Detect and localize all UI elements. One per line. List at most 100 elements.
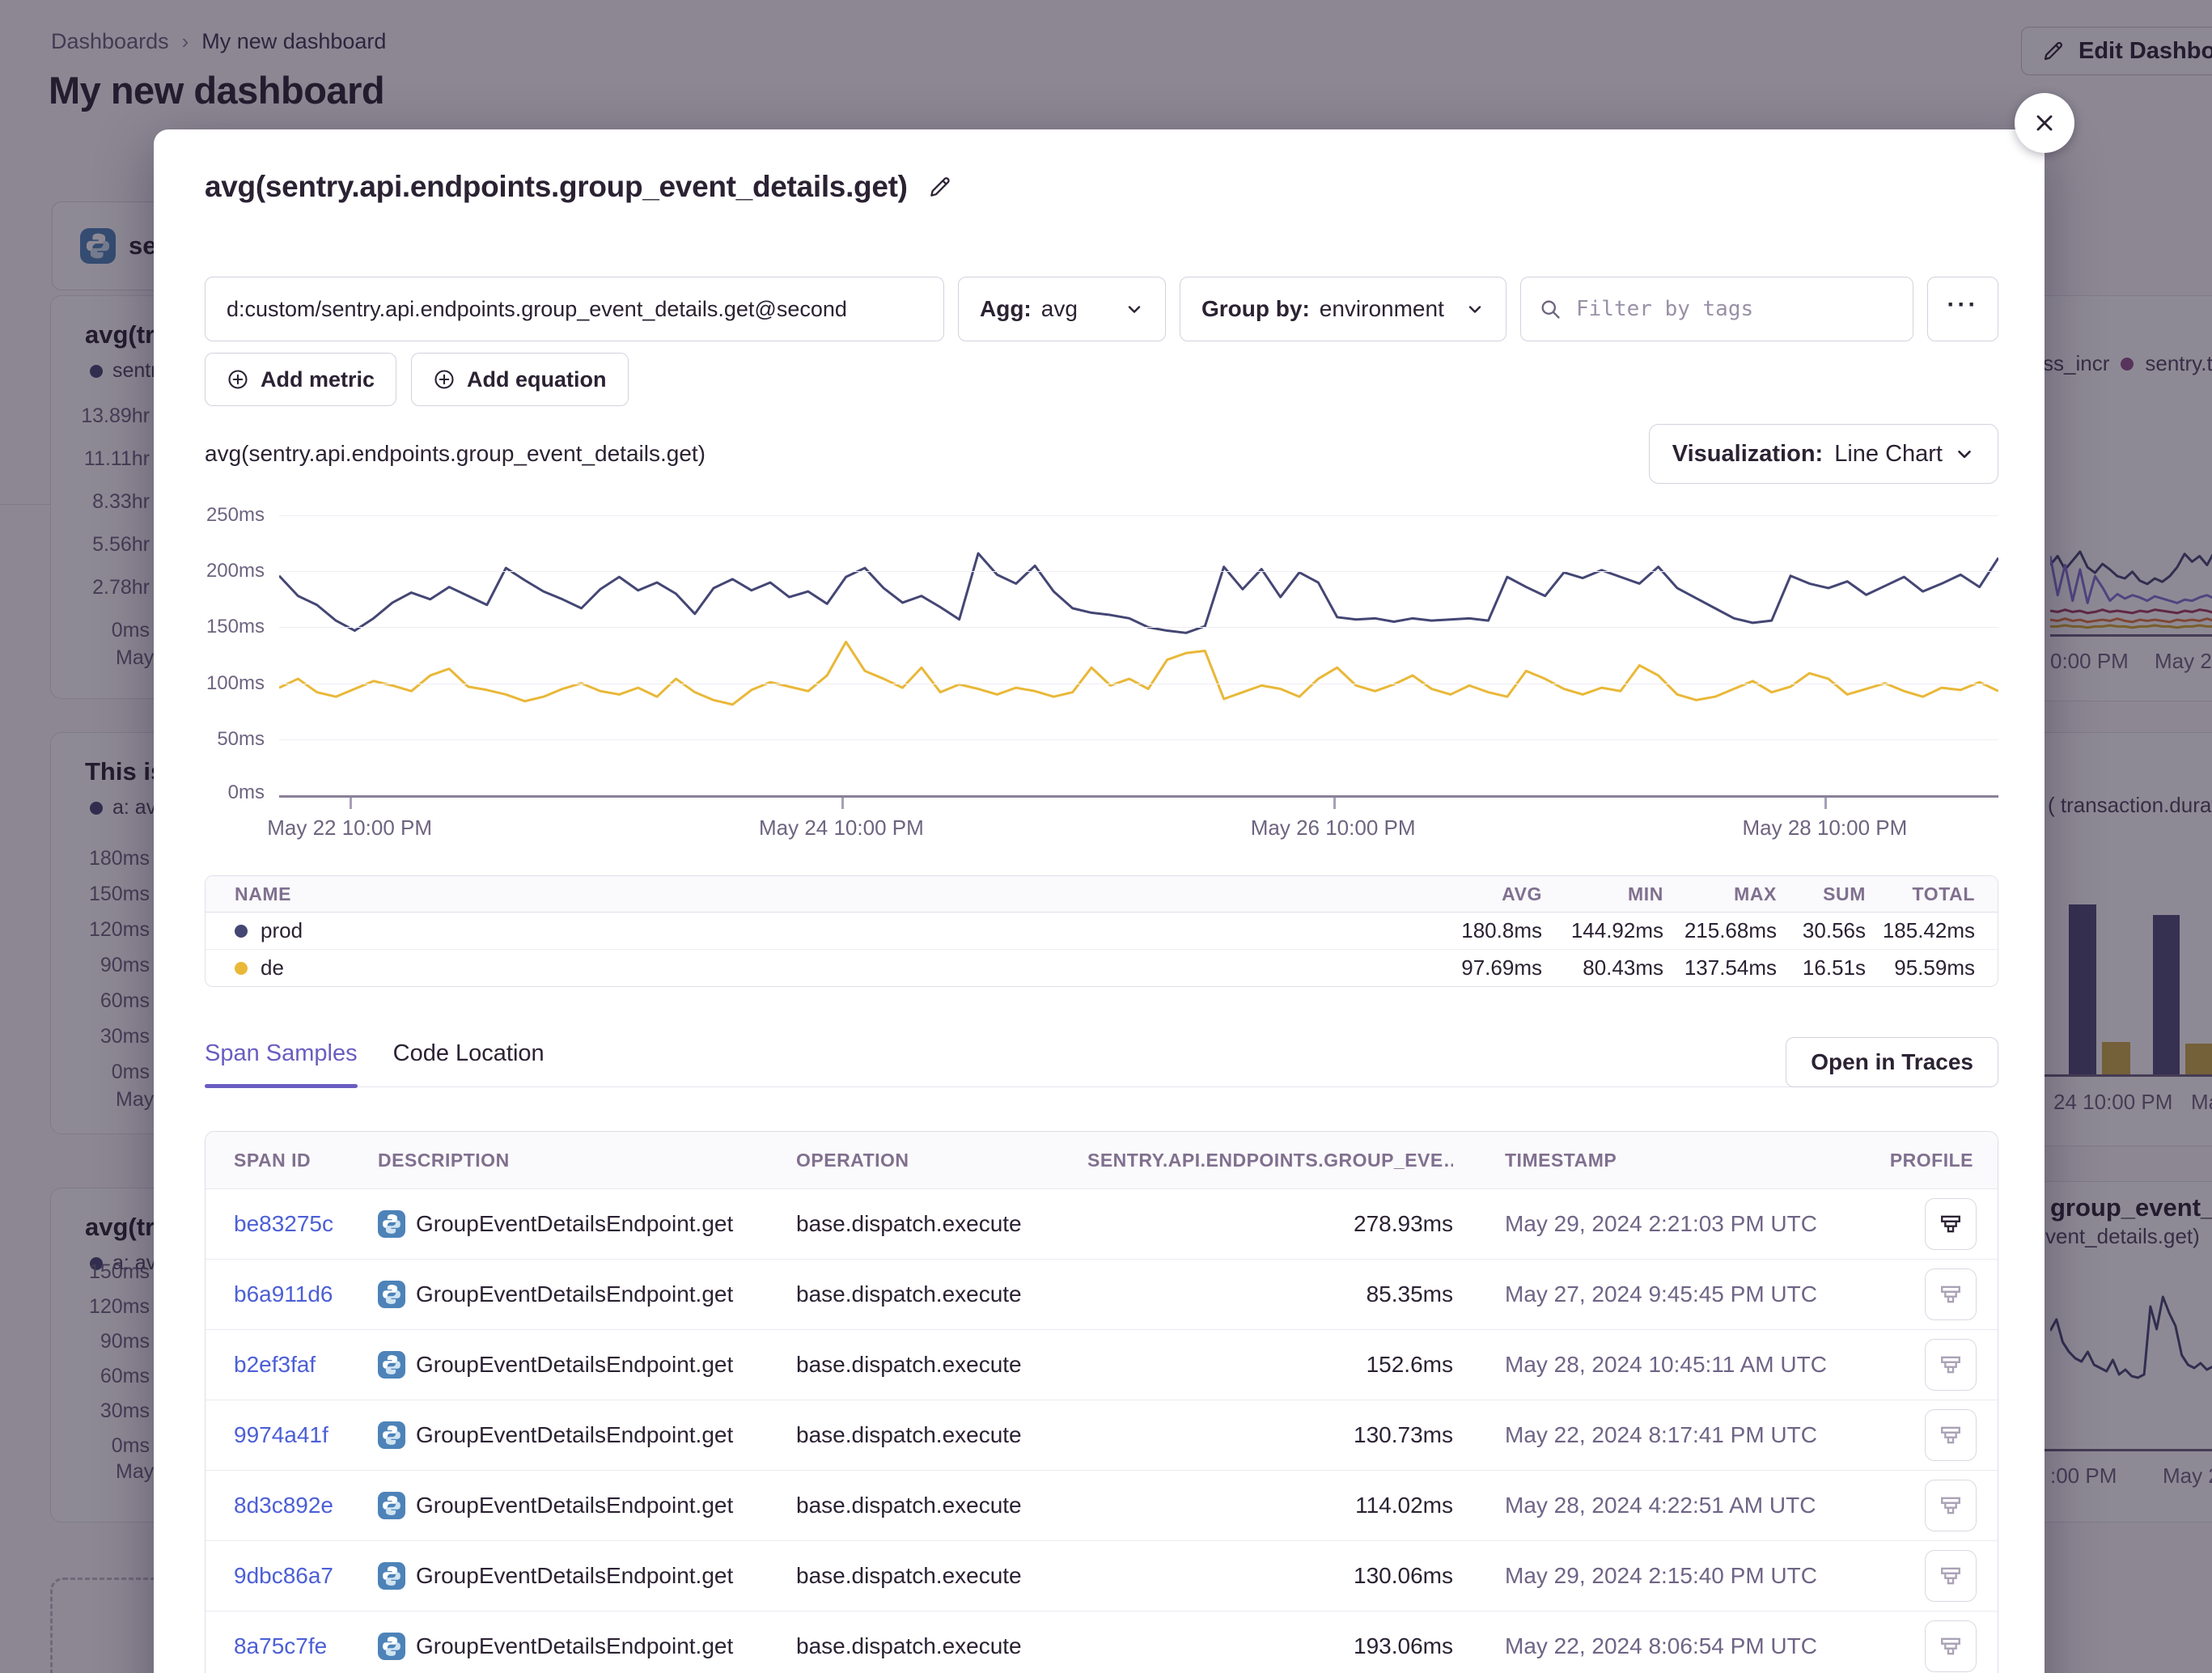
table-row: 8a75c7fe GroupEventDetailsEndpoint.get b… — [206, 1611, 1998, 1673]
description-cell: GroupEventDetailsEndpoint.get — [378, 1562, 796, 1590]
series-dot — [235, 962, 248, 975]
series-name: prod — [261, 918, 303, 943]
summary-col-total: TOTAL — [1866, 883, 1975, 905]
profile-button[interactable] — [1925, 1480, 1977, 1531]
operation-cell: base.dispatch.execute — [796, 1422, 1087, 1448]
series-min: 144.92ms — [1542, 918, 1663, 943]
series-total: 95.59ms — [1866, 955, 1975, 981]
description-text: GroupEventDetailsEndpoint.get — [416, 1211, 733, 1237]
timestamp-cell: May 29, 2024 2:21:03 PM UTC — [1453, 1211, 1853, 1237]
summary-table: NAME AVG MIN MAX SUM TOTAL prod 180.8ms … — [205, 875, 1998, 987]
plus-circle-icon — [227, 368, 249, 391]
screen: Dashboards › My new dashboard My new das… — [0, 0, 2212, 1673]
span-id-link[interactable]: 9dbc86a7 — [234, 1563, 378, 1589]
profile-button[interactable] — [1925, 1339, 1977, 1391]
edit-title-button[interactable] — [927, 174, 953, 200]
profile-flamegraph-icon — [1939, 1424, 1962, 1446]
python-icon — [378, 1492, 405, 1519]
metric-query-input[interactable] — [205, 277, 944, 341]
series-max: 215.68ms — [1663, 918, 1777, 943]
summary-col-sum: SUM — [1777, 883, 1866, 905]
summary-col-name: NAME — [235, 883, 1388, 905]
description-cell: GroupEventDetailsEndpoint.get — [378, 1281, 796, 1308]
aggregate-value: avg — [1041, 296, 1078, 322]
profile-button[interactable] — [1925, 1550, 1977, 1602]
samples-col-operation: OPERATION — [796, 1150, 1087, 1171]
x-axis-labels: May 22 10:00 PMMay 24 10:00 PMMay 26 10:… — [279, 815, 1998, 853]
y-axis-labels: 250ms200ms150ms100ms50ms0ms — [205, 515, 265, 795]
description-text: GroupEventDetailsEndpoint.get — [416, 1422, 733, 1448]
description-cell: GroupEventDetailsEndpoint.get — [378, 1421, 796, 1449]
line-chart: 250ms200ms150ms100ms50ms0ms May 22 10:00… — [205, 515, 1998, 853]
description-text: GroupEventDetailsEndpoint.get — [416, 1493, 733, 1518]
profile-flamegraph-icon — [1939, 1283, 1962, 1306]
chevron-down-icon — [1125, 299, 1144, 319]
modal-title: avg(sentry.api.endpoints.group_event_det… — [205, 170, 908, 204]
profile-button[interactable] — [1925, 1198, 1977, 1250]
add-metric-button[interactable]: Add metric — [205, 353, 396, 406]
tab-code-location[interactable]: Code Location — [393, 1040, 545, 1086]
visualization-select[interactable]: Visualization: Line Chart — [1649, 424, 1998, 484]
series-sum: 30.56s — [1777, 918, 1866, 943]
operation-cell: base.dispatch.execute — [796, 1211, 1087, 1237]
tab-bar: Span Samples Code Location — [205, 1040, 1903, 1087]
tag-filter-container — [1520, 277, 1913, 341]
x-axis-ticks — [279, 798, 1998, 811]
metric-details-modal: avg(sentry.api.endpoints.group_event_det… — [154, 129, 2045, 1673]
tab-span-samples[interactable]: Span Samples — [205, 1040, 358, 1086]
series-max: 137.54ms — [1663, 955, 1777, 981]
timestamp-cell: May 22, 2024 8:17:41 PM UTC — [1453, 1422, 1853, 1448]
operation-cell: base.dispatch.execute — [796, 1493, 1087, 1518]
open-in-traces-button[interactable]: Open in Traces — [1786, 1037, 1998, 1087]
profile-flamegraph-icon — [1939, 1565, 1962, 1587]
add-equation-button[interactable]: Add equation — [411, 353, 628, 406]
close-icon — [2032, 110, 2057, 136]
series-total: 185.42ms — [1866, 918, 1975, 943]
summary-col-avg: AVG — [1388, 883, 1542, 905]
table-row: b6a911d6 GroupEventDetailsEndpoint.get b… — [206, 1259, 1998, 1329]
more-options-button[interactable]: ··· — [1927, 277, 1998, 341]
profile-button[interactable] — [1925, 1409, 1977, 1461]
samples-col-span-id: SPAN ID — [234, 1150, 378, 1171]
tag-filter-input[interactable] — [1574, 296, 1895, 322]
operation-cell: base.dispatch.execute — [796, 1281, 1087, 1307]
operation-cell: base.dispatch.execute — [796, 1563, 1087, 1589]
duration-cell: 114.02ms — [1087, 1493, 1453, 1518]
chevron-down-icon — [1465, 299, 1485, 319]
python-icon — [378, 1210, 405, 1238]
timestamp-cell: May 28, 2024 4:22:51 AM UTC — [1453, 1493, 1853, 1518]
samples-col-timestamp: TIMESTAMP — [1453, 1150, 1853, 1171]
profile-button[interactable] — [1925, 1269, 1977, 1320]
span-id-link[interactable]: b6a911d6 — [234, 1281, 378, 1307]
description-text: GroupEventDetailsEndpoint.get — [416, 1633, 733, 1659]
close-modal-button[interactable] — [2015, 93, 2074, 153]
series-dot — [235, 925, 248, 938]
span-id-link[interactable]: 8a75c7fe — [234, 1633, 378, 1659]
operation-cell: base.dispatch.execute — [796, 1633, 1087, 1659]
visualization-label: Visualization: — [1672, 441, 1823, 468]
series-avg: 180.8ms — [1388, 918, 1542, 943]
aggregate-select[interactable]: Agg: avg — [958, 277, 1166, 341]
duration-cell: 278.93ms — [1087, 1211, 1453, 1237]
group-by-value: environment — [1320, 296, 1444, 322]
chart-plot-area — [279, 515, 1998, 798]
span-id-link[interactable]: be83275c — [234, 1211, 378, 1237]
group-by-label: Group by: — [1201, 296, 1310, 322]
python-icon — [378, 1562, 405, 1590]
span-id-link[interactable]: 8d3c892e — [234, 1493, 378, 1518]
timestamp-cell: May 27, 2024 9:45:45 PM UTC — [1453, 1281, 1853, 1307]
span-id-link[interactable]: b2ef3faf — [234, 1352, 378, 1378]
series-sum: 16.51s — [1777, 955, 1866, 981]
description-cell: GroupEventDetailsEndpoint.get — [378, 1351, 796, 1379]
operation-cell: base.dispatch.execute — [796, 1352, 1087, 1378]
aggregate-label: Agg: — [980, 296, 1032, 322]
profile-button[interactable] — [1925, 1620, 1977, 1672]
timestamp-cell: May 29, 2024 2:15:40 PM UTC — [1453, 1563, 1853, 1589]
profile-flamegraph-icon — [1939, 1213, 1962, 1235]
summary-table-header: NAME AVG MIN MAX SUM TOTAL — [206, 876, 1998, 913]
duration-cell: 85.35ms — [1087, 1281, 1453, 1307]
timestamp-cell: May 28, 2024 10:45:11 AM UTC — [1453, 1352, 1853, 1378]
span-id-link[interactable]: 9974a41f — [234, 1422, 378, 1448]
group-by-select[interactable]: Group by: environment — [1180, 277, 1506, 341]
samples-col-profile: PROFILE — [1890, 1150, 1998, 1171]
